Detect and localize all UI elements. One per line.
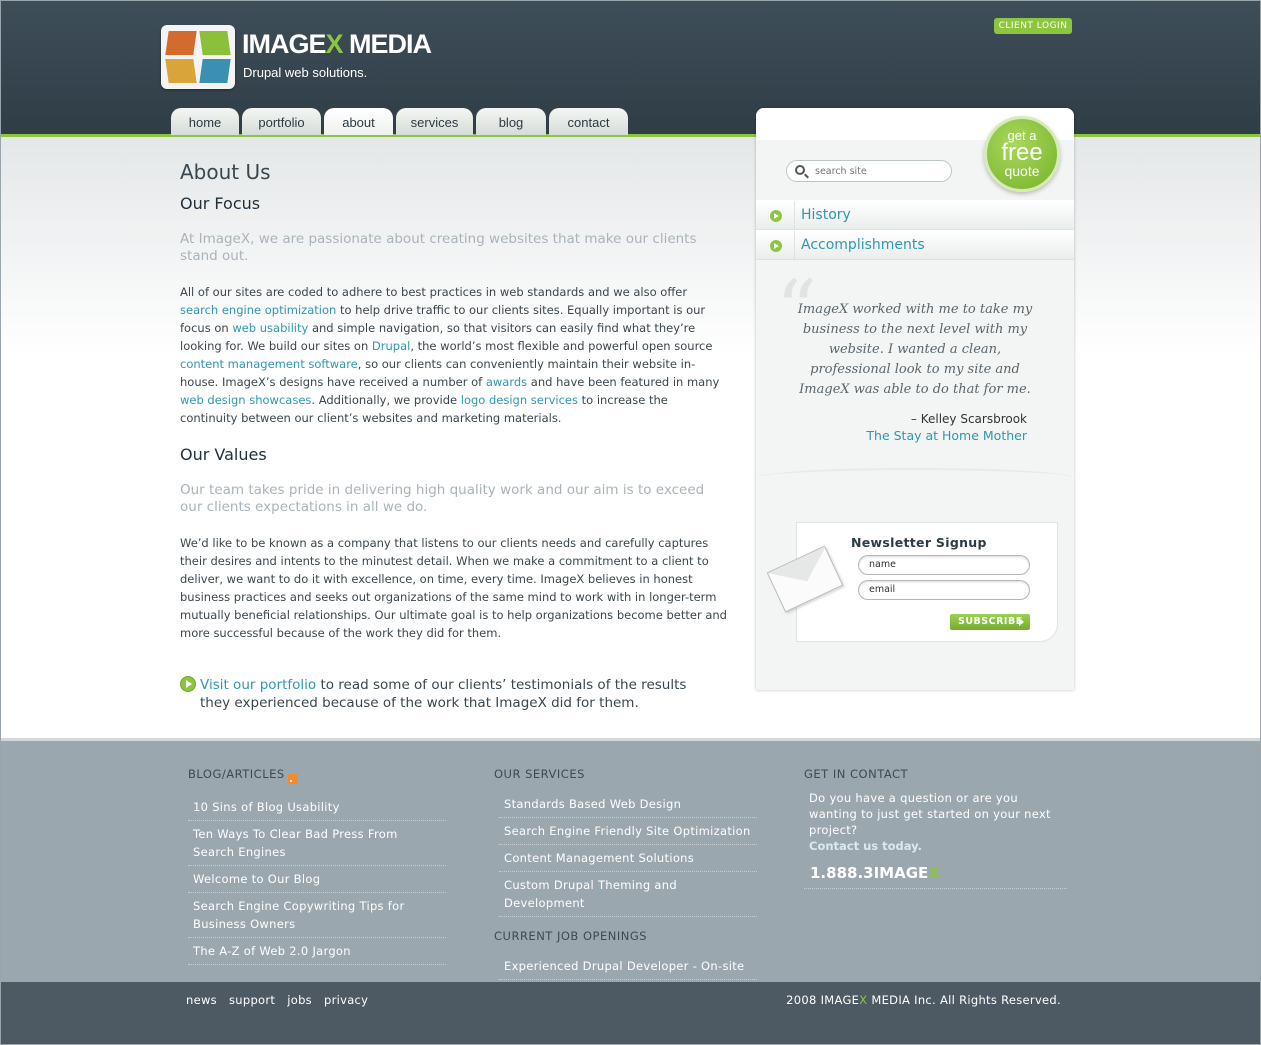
testimonial-text: ImageX worked with me to take my busines…	[797, 302, 1033, 397]
footer-phone: 1.888.3IMAGEX	[804, 864, 1067, 889]
nav-tab-home[interactable]: home	[171, 108, 239, 135]
sidebar-menu: History Accomplishments	[756, 200, 1074, 261]
copyright: 2008 IMAGEX MEDIA Inc. All Rights Reserv…	[786, 993, 1061, 1007]
footer-blog-item[interactable]: Welcome to Our Blog	[188, 866, 446, 893]
newsletter-signup: Newsletter Signup name email SUBSCRIBE	[766, 522, 1058, 642]
site-logo[interactable]: IMAGEX MEDIA Drupal web solutions.	[161, 25, 441, 89]
client-login-button[interactable]: CLIENT LOGIN	[994, 18, 1072, 34]
footer-blog-column: BLOG/ARTICLES 10 Sins of Blog Usability …	[188, 767, 446, 965]
page-title: About Us	[180, 160, 271, 184]
logo-mark-icon	[161, 25, 235, 89]
testimonial-author: – Kelley Scarsbrook	[910, 412, 1027, 426]
logo-wordmark: IMAGEX MEDIA	[242, 29, 432, 59]
values-lead: Our team takes pride in delivering high …	[180, 482, 705, 515]
link-content-management-software[interactable]: content management software	[180, 357, 358, 371]
nav-tab-portfolio[interactable]: portfolio	[242, 108, 321, 135]
main-content: About Us Our Focus At ImageX, we are pas…	[180, 160, 728, 660]
footer-contact-text: Do you have a question or are you wantin…	[809, 791, 1051, 837]
link-logo-design-services[interactable]: logo design services	[461, 393, 578, 407]
footer-service-item[interactable]: Custom Drupal Theming and Development	[499, 872, 757, 917]
logo-tagline: Drupal web solutions.	[243, 65, 368, 80]
footer-job-item[interactable]: Experienced Drupal Developer - On-site	[499, 953, 757, 980]
nav-tab-about[interactable]: about	[324, 108, 393, 135]
link-drupal[interactable]: Drupal	[372, 339, 410, 353]
link-web-usability[interactable]: web usability	[232, 321, 308, 335]
bottom-link-privacy[interactable]: privacy	[324, 993, 368, 1007]
testimonial-org-link[interactable]: The Stay at Home Mother	[776, 428, 1054, 443]
envelope-icon	[766, 545, 844, 613]
subscribe-button[interactable]: SUBSCRIBE	[950, 614, 1030, 630]
footer-service-item[interactable]: Search Engine Friendly Site Optimization	[499, 818, 757, 845]
divider-wave	[756, 468, 1074, 488]
link-awards[interactable]: awards	[486, 375, 527, 389]
main-nav: home portfolio about services blog conta…	[171, 108, 631, 135]
rss-icon[interactable]	[287, 774, 298, 784]
nav-tab-blog[interactable]: blog	[476, 108, 546, 135]
sidebar-item-accomplishments[interactable]: Accomplishments	[756, 230, 1074, 261]
focus-paragraph: All of our sites are coded to adhere to …	[180, 285, 720, 425]
bottom-link-news[interactable]: news	[186, 993, 217, 1007]
bottom-links: news support jobs privacy	[186, 993, 380, 1007]
footer-jobs-heading: CURRENT JOB OPENINGS	[494, 929, 648, 943]
footer-blog-item[interactable]: The A-Z of Web 2.0 Jargon	[188, 938, 446, 965]
footer-service-item[interactable]: Content Management Solutions	[499, 845, 757, 872]
arrow-bullet-icon	[770, 210, 782, 222]
footer-blog-heading: BLOG/ARTICLES	[188, 767, 446, 784]
visit-portfolio-link[interactable]: Visit our portfolio	[200, 677, 316, 693]
site-footer: BLOG/ARTICLES 10 Sins of Blog Usability …	[1, 738, 1260, 982]
bottom-link-jobs[interactable]: jobs	[287, 993, 312, 1007]
arrow-bullet-icon	[770, 240, 782, 252]
portfolio-cta: Visit our portfolio to read some of our …	[180, 676, 720, 712]
focus-lead: At ImageX, we are passionate about creat…	[180, 231, 697, 264]
sidebar-item-label: Accomplishments	[801, 237, 925, 253]
newsletter-email-field[interactable]: email	[858, 580, 1030, 600]
search-box	[786, 160, 952, 182]
footer-service-item[interactable]: Standards Based Web Design	[499, 791, 757, 818]
focus-heading: Our Focus	[180, 194, 261, 213]
sidebar-item-history[interactable]: History	[756, 200, 1074, 231]
link-search-engine-optimization[interactable]: search engine optimization	[180, 303, 336, 317]
link-web-design-showcases[interactable]: web design showcases	[180, 393, 311, 407]
bottom-bar: news support jobs privacy 2008 IMAGEX ME…	[1, 982, 1260, 1044]
testimonial: “ ImageX worked with me to take my busin…	[776, 270, 1054, 444]
footer-blog-item[interactable]: 10 Sins of Blog Usability	[188, 794, 446, 821]
free-quote-button[interactable]: get a free quote	[984, 116, 1060, 192]
footer-services-column: OUR SERVICES Standards Based Web Design …	[494, 767, 757, 980]
footer-blog-item[interactable]: Search Engine Copywriting Tips for Busin…	[188, 893, 446, 938]
search-input[interactable]	[815, 164, 943, 178]
arrow-circle-icon	[180, 676, 196, 692]
footer-contact-column: GET IN CONTACT Do you have a question or…	[804, 767, 1067, 889]
values-paragraph: We’d like to be known as a company that …	[180, 536, 727, 640]
bottom-link-support[interactable]: support	[229, 993, 275, 1007]
newsletter-name-field[interactable]: name	[858, 555, 1030, 575]
values-heading: Our Values	[180, 445, 267, 464]
footer-blog-item[interactable]: Ten Ways To Clear Bad Press From Search …	[188, 821, 446, 866]
contact-us-link[interactable]: Contact us today.	[804, 838, 1067, 854]
search-icon[interactable]	[795, 165, 805, 175]
nav-tab-contact[interactable]: contact	[549, 108, 628, 135]
footer-contact-heading: GET IN CONTACT	[804, 767, 909, 781]
nav-tab-services[interactable]: services	[396, 108, 473, 135]
sidebar-item-label: History	[801, 207, 851, 223]
newsletter-title: Newsletter Signup	[851, 535, 987, 550]
sidebar: get a free quote History Accomplishments…	[756, 108, 1074, 690]
footer-services-heading: OUR SERVICES	[494, 767, 585, 781]
